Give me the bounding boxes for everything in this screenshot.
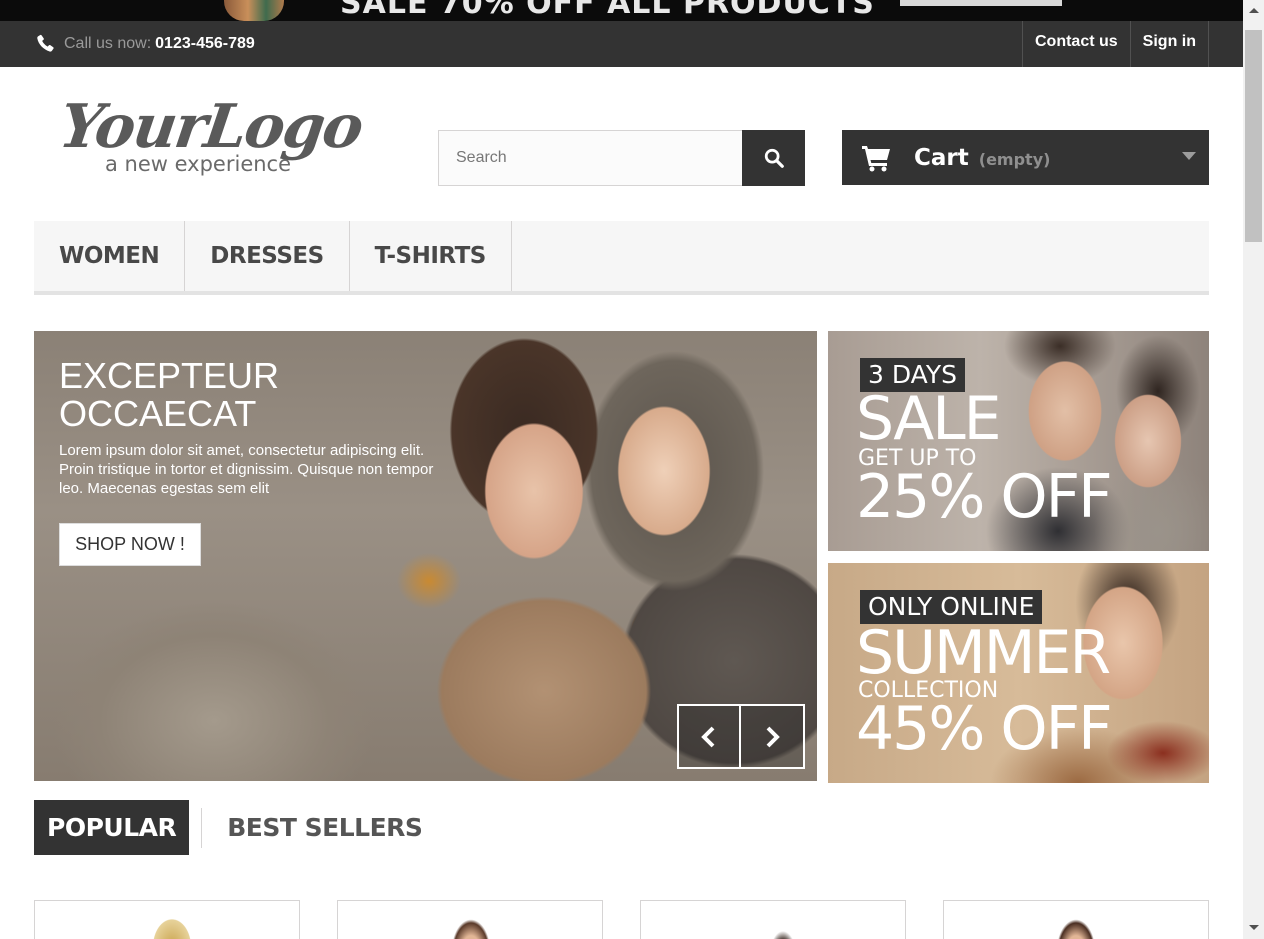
product-tabs: POPULAR BEST SELLERS (34, 800, 435, 855)
cart-icon (862, 145, 890, 171)
sign-in-link[interactable]: Sign in (1129, 21, 1209, 67)
chevron-down-icon (1182, 152, 1196, 160)
product-image (1054, 915, 1098, 939)
home-slider[interactable]: EXCEPTEUR OCCAECAT Lorem ipsum dolor sit… (34, 331, 817, 781)
menu-item-dresses[interactable]: DRESSES (185, 221, 350, 291)
main-menu: WOMEN DRESSES T-SHIRTS (34, 221, 1209, 295)
cart-status: (empty) (978, 150, 1051, 169)
menu-item-tshirts[interactable]: T-SHIRTS (350, 221, 512, 291)
scroll-thumb[interactable] (1245, 30, 1262, 242)
search-input[interactable] (438, 130, 742, 186)
sale-banner[interactable]: 3 DAYS SALE GET UP TO 25% OFF (828, 331, 1209, 551)
banner-headline: SUMMER (856, 618, 1111, 688)
promo-banner[interactable]: SALE 70% OFF ALL PRODUCTS (0, 0, 1243, 21)
phone-icon (37, 34, 54, 52)
slider-next-button[interactable] (741, 704, 805, 769)
promo-text: SALE 70% OFF ALL PRODUCTS (340, 0, 875, 21)
product-image (150, 915, 194, 939)
product-card[interactable] (640, 900, 906, 939)
search-icon (764, 148, 784, 168)
product-card[interactable] (34, 900, 300, 939)
slide-description: Lorem ipsum dolor sit amet, consectetur … (59, 442, 434, 497)
slide-title: EXCEPTEUR OCCAECAT (59, 357, 279, 433)
logo-tagline: a new experience (105, 152, 292, 176)
search-button[interactable] (742, 130, 805, 186)
tab-divider (201, 807, 203, 848)
contact-us-link[interactable]: Contact us (1022, 21, 1130, 67)
slider-prev-button[interactable] (677, 704, 741, 769)
top-nav-bar: Call us now: 0123-456-789 Contact us Sig… (0, 21, 1243, 67)
banner-discount: 25% OFF (856, 462, 1113, 532)
call-label: Call us now: (64, 35, 152, 52)
slide-title-line1: EXCEPTEUR (59, 355, 280, 396)
phone-number: 0123-456-789 (155, 35, 255, 52)
banner-headline: SALE (856, 384, 1002, 454)
scroll-up-icon[interactable] (1249, 8, 1259, 13)
cart-title: Cart (914, 144, 969, 171)
slide-title-line2: OCCAECAT (59, 393, 257, 434)
chevron-right-icon (766, 726, 780, 747)
menu-item-women[interactable]: WOMEN (34, 221, 186, 291)
summer-banner[interactable]: ONLY ONLINE SUMMER COLLECTION 45% OFF (828, 563, 1209, 783)
product-card[interactable] (337, 900, 603, 939)
site-logo[interactable]: YourLogo a new experience (55, 92, 366, 182)
promo-button[interactable] (900, 0, 1062, 6)
tab-best-sellers[interactable]: BEST SELLERS (214, 800, 435, 855)
cart-button[interactable]: Cart (empty) (842, 130, 1209, 185)
product-image (449, 915, 493, 939)
banner-discount: 45% OFF (856, 694, 1113, 764)
scroll-down-icon[interactable] (1249, 925, 1259, 930)
shop-now-button[interactable]: SHOP NOW ! (59, 523, 201, 566)
product-image (761, 915, 805, 939)
promo-image (224, 0, 284, 21)
tab-popular[interactable]: POPULAR (34, 800, 190, 855)
slider-controls (677, 704, 805, 769)
call-us: Call us now: 0123-456-789 (34, 31, 255, 57)
product-card[interactable] (943, 900, 1209, 939)
chevron-left-icon (701, 726, 715, 747)
page-scrollbar[interactable] (1243, 0, 1264, 939)
search-form (438, 130, 805, 186)
top-links: Contact us Sign in (1022, 21, 1209, 67)
